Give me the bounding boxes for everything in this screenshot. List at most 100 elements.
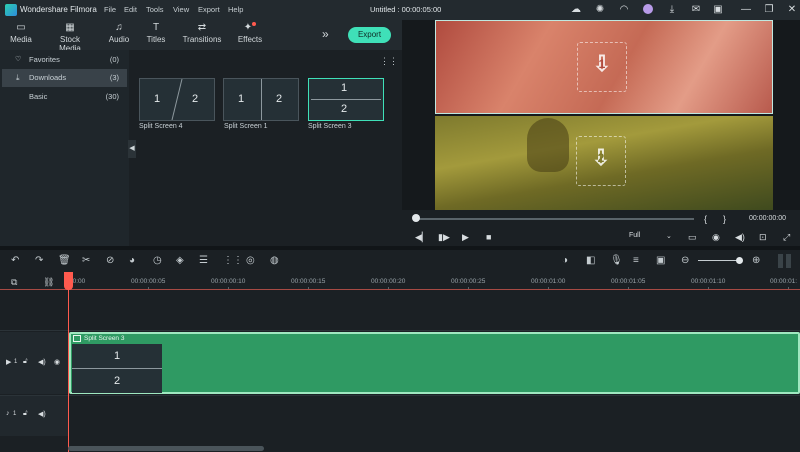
add-track-icon[interactable]: ⧉ — [11, 277, 17, 288]
more-tabs-button[interactable]: » — [322, 27, 329, 41]
speaker-icon[interactable]: ◀) — [38, 410, 46, 418]
microphone-icon[interactable]: 🎙︎ — [610, 255, 623, 266]
menu-edit[interactable]: Edit — [124, 5, 137, 14]
download-icon[interactable]: ⤓ — [666, 4, 678, 16]
quality-select[interactable]: Full — [629, 232, 640, 239]
playback-progress-track[interactable] — [416, 218, 694, 220]
thumb-label: Split Screen 4 — [139, 123, 183, 130]
timeline-clip[interactable]: Split Screen 3 1 2 — [69, 332, 800, 394]
snapshot-icon[interactable]: ◉ — [712, 232, 720, 243]
video-track-number: 1 — [14, 359, 18, 365]
play-icon[interactable]: ▶ — [462, 232, 469, 243]
profile-icon[interactable] — [642, 4, 654, 16]
stop-icon[interactable]: ■ — [486, 232, 491, 242]
zone-number: 1 — [598, 57, 606, 71]
volume-icon[interactable]: ◀) — [735, 232, 745, 243]
adjust-icon[interactable]: ☰ — [199, 255, 208, 266]
tab-transitions[interactable]: ⇄ Transitions — [182, 22, 222, 44]
menu-file[interactable]: File — [104, 5, 116, 14]
thumb-split-screen-4[interactable]: 1 2 — [139, 78, 215, 121]
notification-icon[interactable]: ▣ — [712, 4, 724, 16]
tab-audio[interactable]: ♫ Audio — [108, 22, 130, 44]
chevron-down-icon[interactable]: ⌄ — [666, 232, 672, 240]
restore-icon[interactable]: ❐ — [763, 4, 775, 16]
subtitle-icon[interactable]: ▣ — [656, 255, 665, 266]
playback-scrubber[interactable] — [412, 214, 420, 222]
menu-export[interactable]: Export — [198, 5, 220, 14]
collapse-panel-button[interactable]: ◀ — [128, 140, 136, 158]
menu-view[interactable]: View — [173, 5, 189, 14]
mail-icon[interactable]: ✉ — [690, 4, 702, 16]
clip-zone-1: 1 — [113, 350, 121, 362]
marker-icon[interactable]: ◧ — [586, 255, 595, 266]
playhead-line[interactable] — [68, 272, 69, 452]
delete-icon[interactable]: 🗑︎ — [58, 255, 71, 266]
menu-help[interactable]: Help — [228, 5, 243, 14]
lightbulb-icon[interactable]: ✺ — [594, 4, 606, 16]
keyframe-icon[interactable]: ◈ — [176, 255, 184, 266]
fullscreen-icon[interactable]: ⤢ — [783, 232, 790, 243]
stabilize-icon[interactable]: ◍ — [270, 255, 279, 266]
tab-titles-label: Titles — [146, 35, 166, 44]
tab-effects-label: Effects — [237, 35, 263, 44]
redo-icon[interactable]: ↷ — [35, 255, 43, 266]
zoom-out-icon[interactable]: ⊖ — [681, 255, 689, 266]
app-name: Wondershare Filmora — [20, 5, 97, 14]
drop-zone-2[interactable]: ⇩ 2 — [576, 136, 626, 186]
thumb-zone-2: 2 — [276, 93, 283, 105]
speaker-icon[interactable]: ◀) — [38, 358, 46, 366]
zoom-slider-knob[interactable] — [736, 257, 743, 264]
lock-icon[interactable]: 🔓︎ — [23, 358, 28, 366]
drop-zone-1[interactable]: ⇩ 1 — [577, 42, 627, 92]
thumb-zone-1: 1 — [341, 82, 348, 94]
tab-effects[interactable]: ✦ Effects — [236, 22, 264, 44]
cut-icon[interactable]: ✂ — [82, 255, 90, 266]
horizontal-scrollbar[interactable] — [68, 446, 264, 451]
monitor-icon[interactable]: ▭ — [688, 232, 697, 243]
render-icon[interactable]: ◑ — [562, 255, 568, 266]
thumb-split-screen-1[interactable]: 1 2 — [223, 78, 299, 121]
tab-media[interactable]: ▭ Media — [10, 22, 32, 44]
tab-stock-media[interactable]: ▦ Stock Media — [48, 22, 92, 53]
timeline-ruler[interactable]: ⧉ ⛓︎ 00:00 00:00:00:05 00:00:00:10 00:00… — [0, 272, 800, 290]
motion-track-icon[interactable]: ◎ — [246, 255, 255, 266]
speed-icon[interactable]: ◷ — [153, 255, 162, 266]
preview-zone-2[interactable]: ⇩ 2 — [435, 116, 773, 210]
audio-wave-icon[interactable]: ⋮⋮ — [223, 255, 243, 266]
ruler-tick-label: 00:00:01:10 — [691, 278, 726, 285]
headset-icon[interactable]: ◠ — [618, 4, 630, 16]
step-back-icon[interactable]: ▮▶ — [438, 232, 450, 243]
media-toolbar: ▭ Media ▦ Stock Media ♫ Audio T Titles ⇄… — [0, 20, 402, 53]
music-note-icon: ♪ — [6, 410, 10, 417]
sidebar-item-label: Downloads — [29, 73, 67, 82]
mark-in-button[interactable]: { — [704, 214, 707, 224]
crop-icon[interactable]: ⊡ — [759, 232, 767, 243]
close-icon[interactable]: ✕ — [786, 4, 798, 16]
export-button[interactable]: Export — [348, 27, 391, 43]
preview-window: ⇩ 1 ⇩ 2 — [402, 20, 800, 210]
preview-zone-1[interactable]: ⇩ 1 — [435, 20, 773, 114]
sidebar-item-basic[interactable]: Basic (30) — [2, 88, 127, 106]
clip-thumbnail: 1 2 — [72, 344, 162, 393]
link-icon[interactable]: ⛓︎ — [43, 277, 54, 288]
sidebar-item-label: Favorites — [29, 55, 60, 64]
mark-out-button[interactable]: } — [723, 214, 726, 224]
minimize-icon[interactable]: — — [740, 4, 752, 16]
prev-frame-icon[interactable]: ◀▏ — [415, 232, 429, 243]
thumb-split-screen-3[interactable]: 1 2 — [308, 78, 384, 121]
sidebar-item-downloads[interactable]: ⤓ Downloads (3) — [2, 69, 127, 87]
undo-icon[interactable]: ↶ — [11, 255, 19, 266]
lock-icon[interactable]: 🔓︎ — [23, 410, 28, 418]
disable-icon[interactable]: ⊘ — [106, 255, 114, 266]
menu-tools[interactable]: Tools — [146, 5, 164, 14]
cloud-icon[interactable]: ☁ — [570, 4, 582, 16]
sidebar-item-count: (30) — [105, 92, 119, 101]
eye-icon[interactable]: ◉ — [54, 358, 60, 366]
sidebar-item-favorites[interactable]: ♡ Favorites (0) — [2, 51, 127, 69]
ruler-tick-label: 00:00:00:10 — [211, 278, 246, 285]
voiceover-icon[interactable]: ≡ — [633, 255, 639, 266]
zoom-in-icon[interactable]: ⊕ — [752, 255, 760, 266]
tab-transitions-label: Transitions — [182, 35, 222, 44]
color-icon[interactable]: ◕ — [129, 255, 135, 266]
tab-titles[interactable]: T Titles — [144, 22, 168, 44]
